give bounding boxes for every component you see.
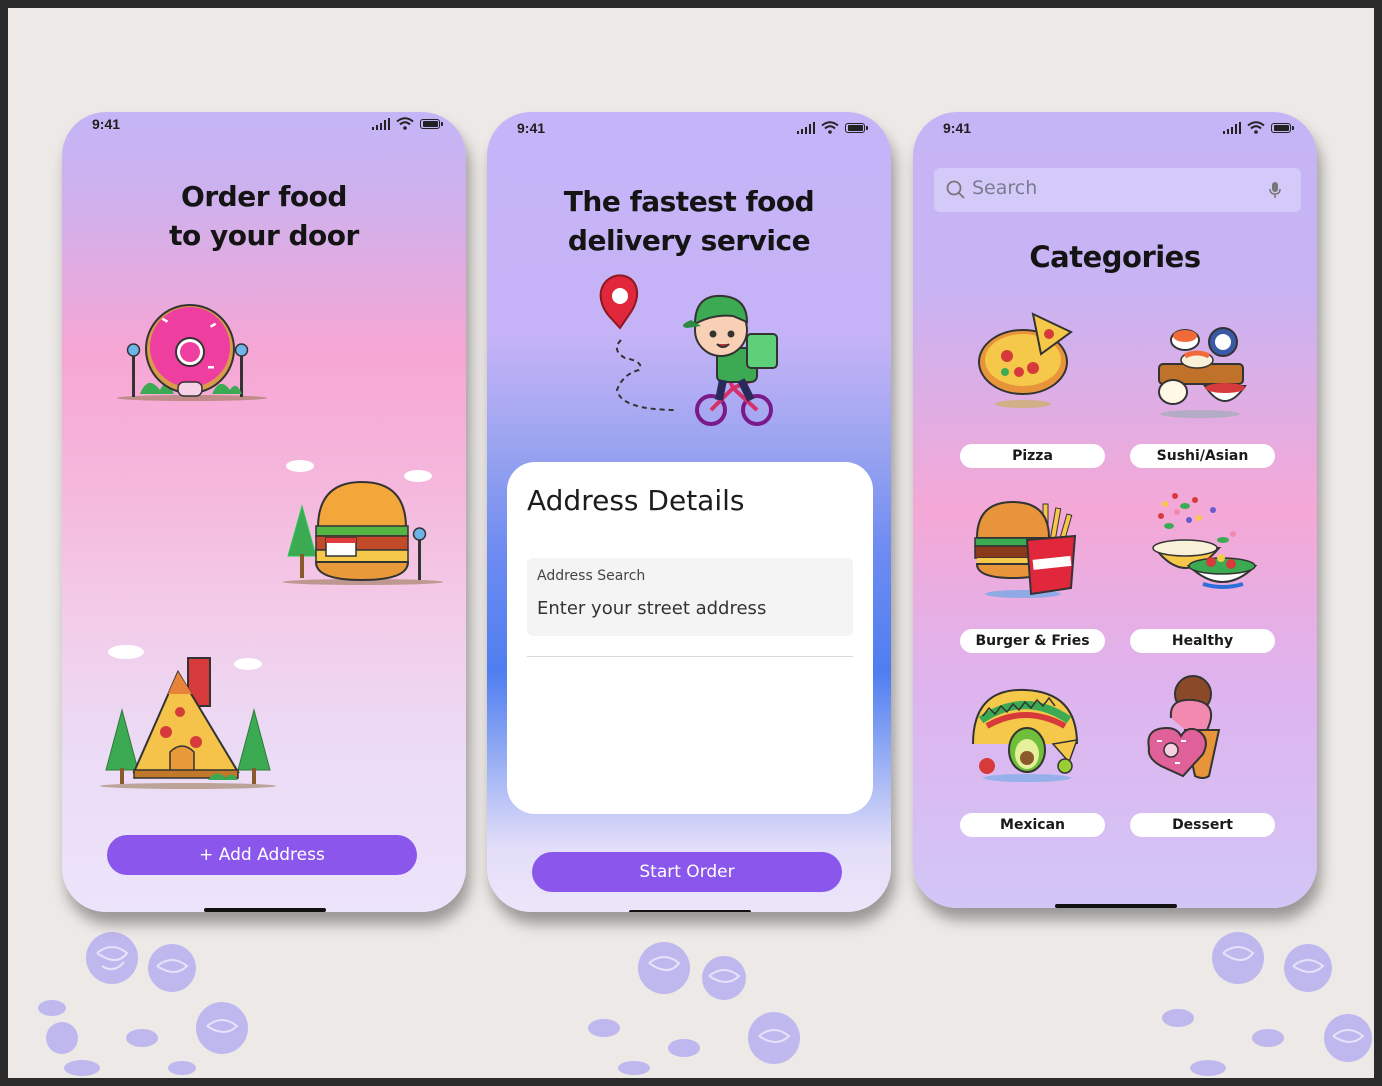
headline-line-1: The fastest food xyxy=(563,185,815,218)
status-time: 9:41 xyxy=(943,120,972,136)
delivery-boy-illustration xyxy=(599,274,778,426)
home-indicator[interactable] xyxy=(629,910,751,912)
headline-line-2: delivery service xyxy=(567,224,811,257)
battery-icon xyxy=(845,123,868,133)
address-search-field[interactable]: Address Search xyxy=(527,558,853,636)
start-order-button[interactable]: Start Order xyxy=(532,852,842,892)
category-pill-sushi-asian[interactable]: Sushi/Asian xyxy=(1130,444,1275,468)
address-screen: 9:41 The fastest food delivery service A… xyxy=(487,112,891,912)
rose-decoration-center xyxy=(588,942,800,1075)
search-bar[interactable] xyxy=(934,168,1301,212)
cellular-signal-icon xyxy=(1222,122,1241,134)
category-pill-healthy[interactable]: Healthy xyxy=(1130,629,1275,653)
burger-fries-icon[interactable] xyxy=(973,494,1083,600)
onboarding-headline: Order food to your door xyxy=(62,177,466,255)
microphone-icon[interactable] xyxy=(1269,181,1281,199)
status-bar: 9:41 xyxy=(913,112,1317,142)
address-card-title: Address Details xyxy=(527,484,745,517)
address-search-label: Address Search xyxy=(537,568,646,584)
burger-shop-illustration xyxy=(283,460,443,585)
pizza-house-illustration xyxy=(100,645,276,789)
sushi-icon[interactable] xyxy=(1145,320,1255,420)
rose-decoration-right xyxy=(1162,932,1372,1076)
category-pill-dessert[interactable]: Dessert xyxy=(1130,813,1275,837)
wifi-icon xyxy=(821,121,839,134)
delivery-headline: The fastest food delivery service xyxy=(487,182,891,260)
donut-shop-illustration xyxy=(117,304,267,401)
search-input[interactable] xyxy=(972,177,1252,199)
battery-icon xyxy=(420,119,443,129)
category-pill-pizza[interactable]: Pizza xyxy=(960,444,1105,468)
home-indicator[interactable] xyxy=(204,908,326,912)
wifi-icon xyxy=(396,117,414,130)
showcase-canvas: 9:41 Order food to your door + Add Addre… xyxy=(8,8,1374,1078)
cellular-signal-icon xyxy=(796,122,815,134)
status-time: 9:41 xyxy=(517,120,546,136)
address-details-card: Address Details Address Search xyxy=(507,462,873,814)
add-address-button[interactable]: + Add Address xyxy=(107,835,417,875)
category-pill-mexican[interactable]: Mexican xyxy=(960,813,1105,837)
categories-screen: 9:41 Categories Pizza xyxy=(913,112,1317,908)
headline-line-1: Order food xyxy=(181,180,347,213)
pizza-icon[interactable] xyxy=(975,310,1075,410)
taco-icon[interactable] xyxy=(969,680,1085,784)
battery-icon xyxy=(1271,123,1294,133)
onboarding-screen: 9:41 Order food to your door + Add Addre… xyxy=(62,112,466,912)
rose-decoration-left xyxy=(38,932,248,1076)
headline-line-2: to your door xyxy=(169,219,359,252)
cellular-signal-icon xyxy=(371,118,390,130)
wifi-icon xyxy=(1247,121,1265,134)
status-time: 9:41 xyxy=(92,116,121,132)
address-search-input[interactable] xyxy=(537,598,837,619)
home-indicator[interactable] xyxy=(1055,904,1177,908)
status-bar: 9:41 xyxy=(487,112,891,142)
field-divider xyxy=(527,656,853,657)
ice-cream-donut-icon[interactable] xyxy=(1145,674,1225,784)
salad-icon[interactable] xyxy=(1149,490,1259,596)
search-icon xyxy=(946,180,965,199)
status-bar: 9:41 xyxy=(62,112,466,142)
category-pill-burger-fries[interactable]: Burger & Fries xyxy=(960,629,1105,653)
categories-title: Categories xyxy=(1029,240,1201,274)
